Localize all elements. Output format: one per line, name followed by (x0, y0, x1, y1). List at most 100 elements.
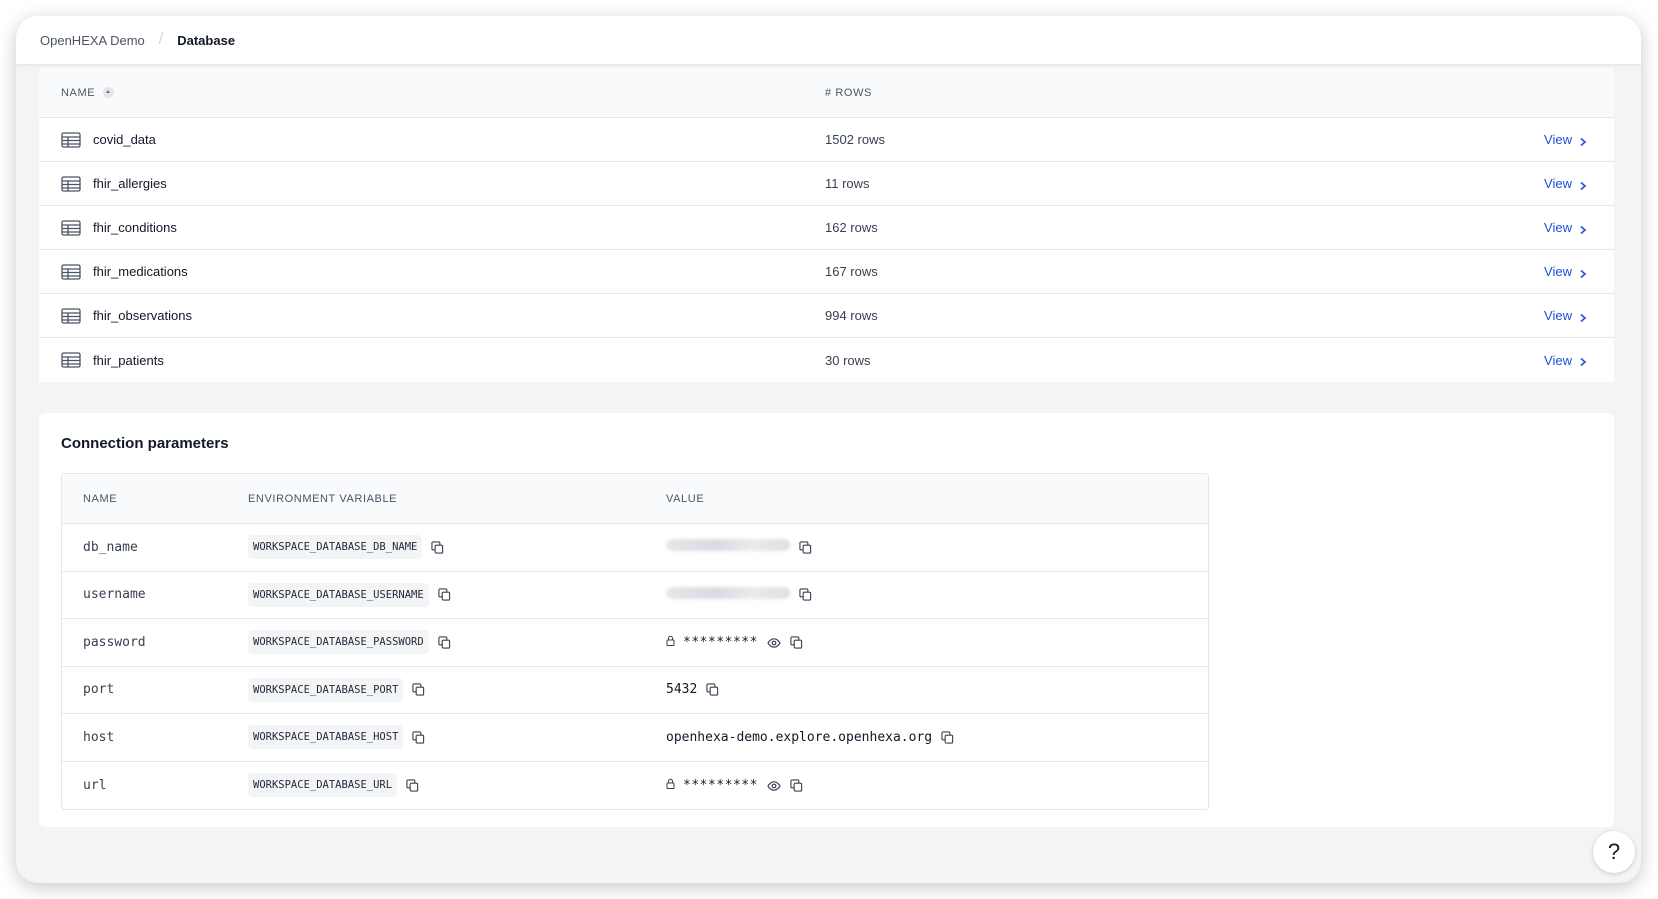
lock-icon (666, 776, 675, 789)
view-table-link[interactable]: View (1544, 176, 1614, 191)
connection-row-password: password WORKSPACE_DATABASE_PASSWORD *****… (62, 619, 1208, 667)
table-name: fhir_allergies (93, 176, 167, 191)
table-row-count: 167 rows (825, 264, 878, 279)
copy-icon[interactable] (406, 779, 419, 792)
connection-row-db-name: db_name WORKSPACE_DATABASE_DB_NAME (62, 524, 1208, 572)
table-row[interactable]: fhir_medications 167 rows View (39, 250, 1614, 294)
table-name-cell: fhir_allergies (39, 175, 825, 192)
copy-icon[interactable] (799, 541, 812, 554)
table-name-cell: fhir_conditions (39, 219, 825, 236)
view-label: View (1544, 308, 1572, 323)
table-name-cell: fhir_medications (39, 263, 825, 280)
connection-parameters-title: Connection parameters (61, 435, 229, 452)
connection-row-host: host WORKSPACE_DATABASE_HOST openhexa-demo… (62, 714, 1208, 762)
copy-icon[interactable] (790, 779, 803, 792)
copy-icon[interactable] (431, 541, 444, 554)
value-cell (666, 539, 1208, 554)
eye-icon[interactable] (767, 779, 781, 792)
table-row[interactable]: fhir_patients 30 rows View (39, 338, 1614, 382)
table-name: fhir_patients (93, 352, 164, 368)
value-cell: ********* (666, 778, 1208, 793)
table-row-count: 994 rows (825, 308, 878, 323)
table-name-cell: fhir_patients (39, 352, 825, 368)
column-header-name-label: NAME (61, 86, 96, 99)
breadcrumb-separator: / (158, 31, 164, 48)
env-var-badge: WORKSPACE_DATABASE_PORT (248, 677, 404, 702)
env-var-cell: WORKSPACE_DATABASE_DB_NAME (248, 535, 666, 560)
view-label: View (1544, 352, 1572, 368)
table-row-count: 162 rows (825, 220, 878, 235)
env-var-cell: WORKSPACE_DATABASE_PASSWORD (248, 630, 666, 655)
value-cell (666, 586, 1208, 601)
param-name: password (83, 634, 146, 650)
table-name-cell: covid_data (39, 131, 825, 148)
table-row-count: 11 rows (825, 176, 870, 191)
connection-row-port: port WORKSPACE_DATABASE_PORT 5432 (62, 667, 1208, 714)
chevron-right-icon (1578, 355, 1588, 367)
view-label: View (1544, 264, 1572, 279)
connection-parameters-table: NAME ENVIRONMENT VARIABLE VALUE db_name W… (61, 473, 1209, 810)
env-var-badge: WORKSPACE_DATABASE_HOST (248, 725, 404, 750)
blurred-value (666, 539, 790, 552)
table-row[interactable]: covid_data 1502 rows View (39, 118, 1614, 162)
eye-icon[interactable] (767, 636, 781, 649)
connection-table-header: NAME ENVIRONMENT VARIABLE VALUE (62, 474, 1208, 524)
tables-list: NAME # ROWS covid_data 1502 rows View fhir_… (39, 68, 1614, 382)
table-name: fhir_conditions (93, 220, 177, 235)
chevron-right-icon (1578, 135, 1588, 146)
chevron-right-icon (1578, 223, 1588, 234)
column-header-name[interactable]: NAME (39, 87, 825, 99)
table-row[interactable]: fhir_observations 994 rows View (39, 294, 1614, 338)
chevron-right-icon (1578, 267, 1588, 278)
env-var-badge: WORKSPACE_DATABASE_DB_NAME (248, 535, 423, 560)
tables-header: NAME # ROWS (39, 68, 1614, 118)
param-value: 5432 (666, 682, 698, 698)
lock-icon (666, 633, 675, 646)
copy-icon[interactable] (790, 636, 803, 649)
env-var-cell: WORKSPACE_DATABASE_PORT (248, 677, 666, 702)
connection-row-url: url WORKSPACE_DATABASE_URL ********* (62, 762, 1208, 810)
table-icon (61, 131, 81, 148)
view-table-link[interactable]: View (1544, 132, 1614, 147)
breadcrumb: OpenHEXA Demo / Database (16, 16, 1641, 64)
env-var-badge: WORKSPACE_DATABASE_PASSWORD (248, 630, 429, 655)
table-icon (61, 307, 81, 324)
table-name-cell: fhir_observations (39, 307, 825, 324)
table-row-count: 30 rows (825, 352, 871, 368)
param-name: host (83, 729, 115, 745)
copy-icon[interactable] (438, 588, 451, 601)
copy-icon[interactable] (799, 588, 812, 601)
view-table-link[interactable]: View (1544, 353, 1614, 368)
view-label: View (1544, 132, 1572, 147)
param-value: openhexa-demo.explore.openhexa.org (666, 729, 933, 745)
column-header-rows: # ROWS (825, 86, 872, 99)
param-name: port (83, 682, 115, 698)
table-row[interactable]: fhir_conditions 162 rows View (39, 206, 1614, 250)
copy-icon[interactable] (412, 731, 425, 744)
value-cell: ********* (666, 635, 1208, 650)
copy-icon[interactable] (706, 683, 719, 696)
table-name: covid_data (93, 132, 156, 147)
copy-icon[interactable] (412, 683, 425, 696)
env-var-cell: WORKSPACE_DATABASE_URL (248, 773, 666, 798)
table-icon (61, 175, 81, 192)
view-table-link[interactable]: View (1544, 220, 1614, 235)
copy-icon[interactable] (438, 636, 451, 649)
view-table-link[interactable]: View (1544, 308, 1614, 323)
sort-asc-icon[interactable] (103, 87, 115, 98)
breadcrumb-workspace[interactable]: OpenHEXA Demo (40, 33, 145, 48)
app-window: OpenHEXA Demo / Database NAME # ROWS cov… (16, 16, 1641, 883)
table-icon (61, 219, 81, 236)
copy-icon[interactable] (941, 731, 954, 744)
value-cell: openhexa-demo.explore.openhexa.org (666, 730, 1208, 745)
table-row[interactable]: fhir_allergies 11 rows View (39, 162, 1614, 206)
view-table-link[interactable]: View (1544, 264, 1614, 279)
value-cell: 5432 (666, 682, 1208, 697)
connection-parameters-card: Connection parameters NAME ENVIRONMENT V… (39, 413, 1614, 827)
view-label: View (1544, 176, 1572, 191)
help-button[interactable]: ? (1593, 831, 1635, 873)
env-var-cell: WORKSPACE_DATABASE_HOST (248, 725, 666, 750)
view-label: View (1544, 220, 1572, 235)
secret-value: ********* (683, 777, 758, 793)
table-icon (61, 263, 81, 280)
